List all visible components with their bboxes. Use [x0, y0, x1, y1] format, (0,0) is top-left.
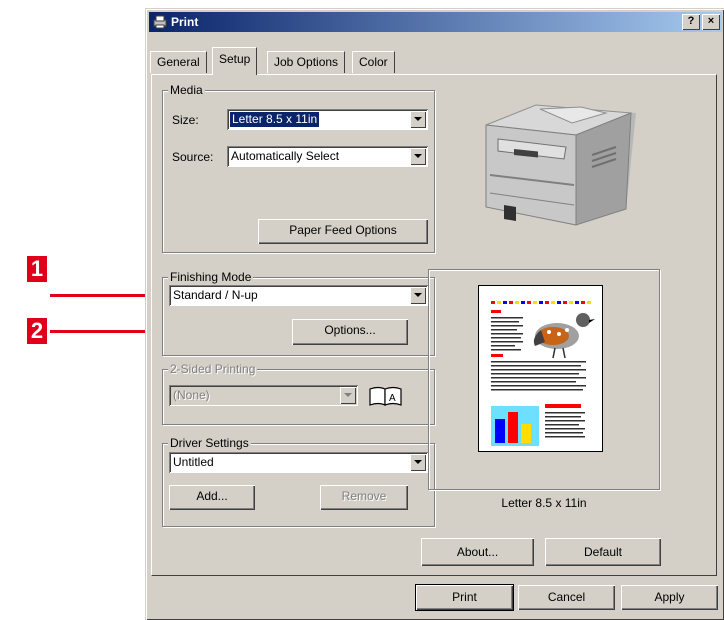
tab-job-options[interactable]: Job Options: [267, 51, 346, 73]
size-select[interactable]: Letter 8.5 x 11in: [227, 109, 428, 130]
add-button[interactable]: Add...: [169, 485, 255, 510]
options-button[interactable]: Options...: [292, 319, 408, 345]
remove-button[interactable]: Remove: [320, 485, 408, 510]
chevron-down-icon: [414, 460, 422, 464]
finishing-mode-title: Finishing Mode: [168, 270, 254, 284]
window-title: Print: [171, 15, 199, 29]
driver-settings-value: Untitled: [173, 455, 214, 469]
paper-feed-options-button[interactable]: Paper Feed Options: [258, 219, 428, 244]
tab-color[interactable]: Color: [352, 51, 395, 73]
callout-2: 2: [27, 318, 47, 344]
two-sided-title: 2-Sided Printing: [168, 362, 258, 376]
size-select-value: Letter 8.5 x 11in: [230, 112, 320, 127]
default-button[interactable]: Default: [545, 538, 661, 566]
source-label: Source:: [172, 150, 214, 164]
chevron-down-icon: [414, 293, 422, 297]
chevron-down-icon: [344, 393, 352, 397]
chevron-down-icon: [414, 117, 422, 121]
about-button[interactable]: About...: [421, 538, 534, 566]
print-dialog: Print ? × General Setup Job Options Colo…: [145, 8, 724, 620]
source-select[interactable]: Automatically Select: [227, 146, 428, 167]
finishing-mode-value: Standard / N-up: [173, 288, 258, 302]
finishing-dropdown-button[interactable]: [410, 287, 426, 304]
tab-general[interactable]: General: [150, 51, 207, 73]
help-button[interactable]: ?: [682, 14, 700, 30]
size-dropdown-button[interactable]: [410, 111, 426, 128]
printer-image: [485, 104, 636, 226]
two-sided-value: (None): [173, 388, 210, 402]
bird-illustration: [533, 313, 595, 359]
size-label: Size:: [172, 113, 199, 127]
book-icon: A: [369, 386, 402, 406]
finishing-mode-select[interactable]: Standard / N-up: [169, 285, 428, 306]
chevron-down-icon: [414, 154, 422, 158]
two-sided-select[interactable]: (None): [169, 385, 358, 406]
driver-settings-select[interactable]: Untitled: [169, 452, 428, 473]
printer-icon: [153, 15, 167, 29]
source-dropdown-button[interactable]: [410, 148, 426, 165]
preview-page: [478, 285, 603, 452]
svg-text:A: A: [389, 393, 396, 404]
print-button[interactable]: Print: [416, 585, 513, 610]
driver-dropdown-button[interactable]: [410, 454, 426, 471]
two-sided-dropdown-button[interactable]: [340, 387, 356, 404]
driver-settings-title: Driver Settings: [168, 436, 251, 450]
media-group-title: Media: [168, 83, 205, 97]
preview-caption: Letter 8.5 x 11in: [501, 496, 587, 510]
close-button[interactable]: ×: [702, 14, 720, 30]
page-preview-image: [491, 301, 595, 446]
source-select-value: Automatically Select: [231, 149, 340, 163]
callout-1: 1: [27, 256, 47, 282]
cancel-button[interactable]: Cancel: [518, 585, 615, 610]
tab-setup[interactable]: Setup: [212, 47, 258, 75]
title-bar: Print ? ×: [149, 12, 722, 32]
apply-button[interactable]: Apply: [621, 585, 718, 610]
